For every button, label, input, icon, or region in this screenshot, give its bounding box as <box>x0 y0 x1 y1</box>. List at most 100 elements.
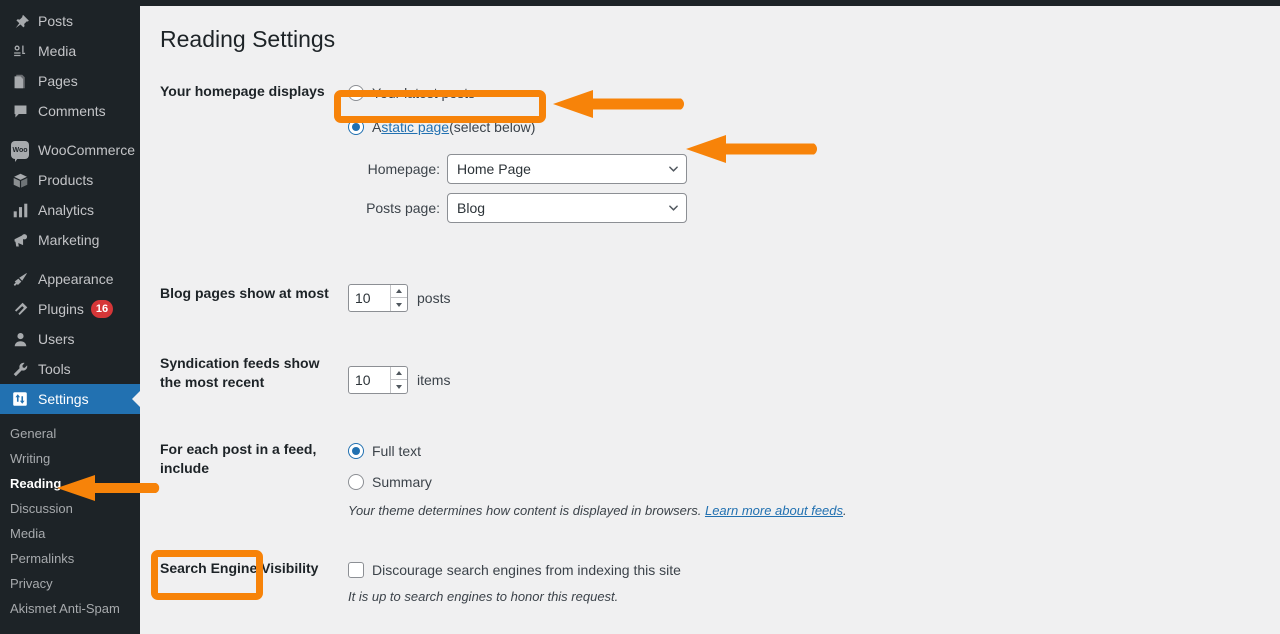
pin-icon <box>10 11 30 31</box>
radio-full-text-label: Full text <box>372 442 422 459</box>
homepage-select-value: Home Page <box>457 160 531 177</box>
sidebar-item-analytics[interactable]: Analytics <box>0 195 140 225</box>
sidebar-item-label: Products <box>38 172 94 188</box>
tools-icon <box>10 359 30 379</box>
radio-static-page[interactable]: A static page (select below) <box>348 116 1020 138</box>
homepage-select[interactable]: Home Page <box>447 153 687 184</box>
marketing-icon <box>10 230 30 250</box>
posts-page-select-label: Posts page: <box>366 199 440 216</box>
sidebar-item-label: Media <box>38 43 77 59</box>
radio-static-page-control[interactable] <box>348 118 364 135</box>
radio-latest-posts-control[interactable] <box>348 84 364 101</box>
feed-help-prefix: Your theme determines how content is dis… <box>348 502 705 518</box>
woocommerce-icon: Woo <box>10 140 30 162</box>
homepage-select-row: Homepage: Home Page <box>348 153 1020 184</box>
homepage-select-label: Homepage: <box>367 160 440 177</box>
sidebar-item-marketing[interactable]: Marketing <box>0 225 140 255</box>
sidebar-item-products[interactable]: Products <box>0 165 140 195</box>
stepper-down-icon[interactable] <box>391 380 407 393</box>
sidebar-item-label: Posts <box>38 13 74 29</box>
arrow-to-homepage-select <box>686 134 821 164</box>
syndication-label: Syndication feeds show the most recent <box>160 354 320 391</box>
settings-submenu: General Writing Reading Discussion Media… <box>0 414 140 621</box>
arrow-to-reading-menu <box>57 474 162 502</box>
checkbox-discourage-search-control[interactable] <box>348 561 364 578</box>
posts-page-select[interactable]: Blog <box>447 192 687 223</box>
submenu-item-writing[interactable]: Writing <box>0 446 140 471</box>
sidebar-item-label: WooCommerce <box>38 142 135 158</box>
sidebar-item-pages[interactable]: Pages <box>0 66 140 96</box>
wordpress-admin-screen: Posts Media Pages Comments Woo WooCommer… <box>0 0 1280 634</box>
sidebar-item-label: Pages <box>38 73 78 89</box>
syndication-row: Syndication feeds show the most recent 1… <box>160 344 1020 404</box>
stepper-up-icon[interactable] <box>391 367 407 381</box>
blog-pages-stepper[interactable] <box>390 284 407 311</box>
checkbox-discourage-search[interactable]: Discourage search engines from indexing … <box>348 559 1020 581</box>
sidebar-item-plugins[interactable]: Plugins 16 <box>0 294 140 324</box>
sidebar-item-label: Plugins <box>38 301 84 317</box>
sidebar-separator <box>0 126 140 135</box>
checkbox-discourage-search-label: Discourage search engines from indexing … <box>372 561 681 578</box>
search-visibility-label: Search Engine Visibility <box>160 559 319 576</box>
feed-help-suffix: . <box>843 502 847 518</box>
sidebar-item-label: Settings <box>38 391 89 407</box>
submenu-item-media[interactable]: Media <box>0 521 140 546</box>
comments-icon <box>10 101 30 121</box>
posts-page-select-value: Blog <box>457 199 486 216</box>
stepper-down-icon[interactable] <box>391 298 407 311</box>
learn-more-feeds-link[interactable]: Learn more about feeds <box>705 503 843 518</box>
blog-pages-field: 10 posts <box>348 274 1020 322</box>
syndication-input[interactable]: 10 <box>348 365 408 394</box>
users-icon <box>10 329 30 349</box>
products-icon <box>10 170 30 190</box>
submenu-item-permalinks[interactable]: Permalinks <box>0 546 140 571</box>
submenu-item-general[interactable]: General <box>0 421 140 446</box>
plugins-icon <box>10 299 30 319</box>
radio-latest-posts-label: Your latest posts <box>372 84 475 101</box>
stepper-up-icon[interactable] <box>391 285 407 299</box>
sidebar-item-woocommerce[interactable]: Woo WooCommerce <box>0 135 140 165</box>
analytics-icon <box>10 200 30 220</box>
sidebar-item-appearance[interactable]: Appearance <box>0 264 140 294</box>
feed-include-field: Full text Summary Your theme determines … <box>348 430 1020 528</box>
syndication-value: 10 <box>355 371 371 388</box>
blog-pages-label: Blog pages show at most <box>160 284 329 301</box>
sidebar-item-label: Tools <box>38 361 71 377</box>
static-page-link[interactable]: static page <box>381 119 449 135</box>
woo-badge-label: Woo <box>11 141 29 162</box>
sidebar-item-posts[interactable]: Posts <box>0 6 140 36</box>
posts-page-select-row: Posts page: Blog <box>348 192 1020 223</box>
blog-pages-suffix: posts <box>417 289 451 306</box>
blog-pages-row: Blog pages show at most 10 posts <box>160 274 1020 322</box>
media-icon <box>10 41 30 61</box>
radio-full-text-control[interactable] <box>348 442 364 459</box>
blog-pages-input[interactable]: 10 <box>348 283 408 312</box>
page-title: Reading Settings <box>160 26 336 52</box>
sidebar-item-media[interactable]: Media <box>0 36 140 66</box>
radio-static-page-suffix: (select below) <box>449 118 536 135</box>
feed-include-row: For each post in a feed, include Full te… <box>160 430 1020 528</box>
admin-sidebar: Posts Media Pages Comments Woo WooCommer… <box>0 0 140 634</box>
sidebar-item-label: Marketing <box>38 232 100 248</box>
sidebar-item-users[interactable]: Users <box>0 324 140 354</box>
radio-full-text[interactable]: Full text <box>348 440 1020 462</box>
sidebar-item-settings[interactable]: Settings <box>0 384 140 414</box>
radio-summary[interactable]: Summary <box>348 471 1020 493</box>
syndication-stepper[interactable] <box>390 366 407 393</box>
sidebar-item-tools[interactable]: Tools <box>0 354 140 384</box>
chevron-down-icon <box>669 166 678 172</box>
search-visibility-field: Discourage search engines from indexing … <box>348 549 1020 614</box>
submenu-item-privacy[interactable]: Privacy <box>0 571 140 596</box>
radio-summary-control[interactable] <box>348 473 364 490</box>
sidebar-item-comments[interactable]: Comments <box>0 96 140 126</box>
submenu-item-akismet[interactable]: Akismet Anti-Spam <box>0 596 140 621</box>
settings-icon <box>10 389 30 409</box>
plugins-update-badge: 16 <box>90 300 114 318</box>
arrow-to-static-page <box>553 89 688 119</box>
syndication-field: 10 items <box>348 344 1020 404</box>
radio-summary-label: Summary <box>372 473 432 490</box>
radio-static-page-prefix: A <box>372 118 382 135</box>
chevron-down-icon <box>669 205 678 211</box>
syndication-suffix: items <box>417 371 451 388</box>
homepage-displays-label: Your homepage displays <box>160 82 325 99</box>
